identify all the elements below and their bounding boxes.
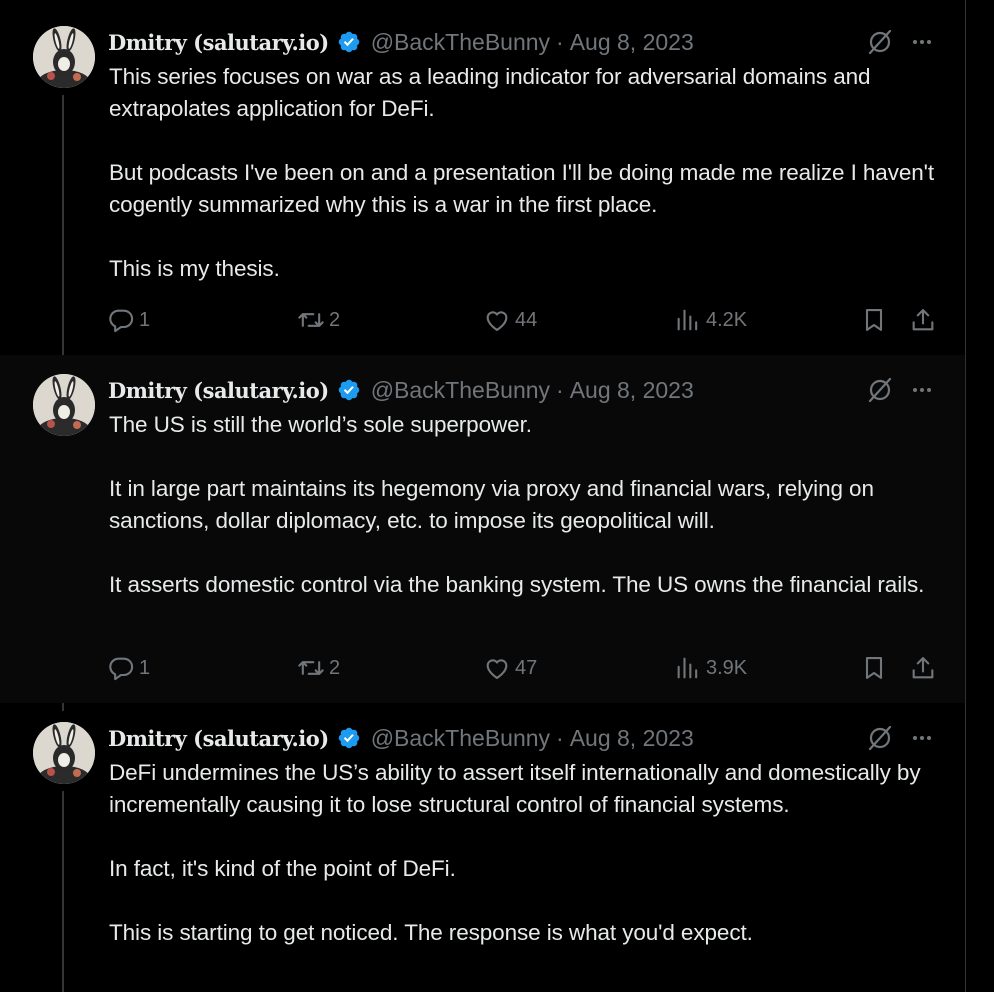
share-icon	[912, 657, 934, 679]
tweet-paragraph: This is starting to get noticed. The res…	[109, 920, 753, 945]
heart-icon	[486, 659, 508, 679]
more-icon[interactable]	[908, 28, 936, 56]
separator: ·	[556, 724, 564, 751]
share-icon	[912, 309, 934, 331]
author-handle[interactable]: @BackTheBunny	[371, 377, 550, 404]
reply-icon	[109, 309, 134, 333]
tweet[interactable]: Dmitry (salutary.io) @BackTheBunny · Aug…	[0, 703, 965, 992]
like-count: 44	[515, 308, 538, 331]
tweet-date[interactable]: Aug 8, 2023	[570, 377, 694, 404]
tweet-header: Dmitry (salutary.io) @BackTheBunny · Aug…	[108, 722, 694, 754]
share-button[interactable]	[909, 652, 937, 684]
grok-icon[interactable]	[866, 28, 894, 56]
tweet-date[interactable]: Aug 8, 2023	[570, 725, 694, 752]
tweet[interactable]: Dmitry (salutary.io) @BackTheBunny · Aug…	[0, 0, 965, 355]
verified-badge-icon	[338, 31, 359, 53]
bookmark-icon	[865, 657, 883, 679]
like-button[interactable]: 44	[483, 304, 537, 336]
avatar[interactable]	[33, 26, 95, 88]
grok-icon[interactable]	[866, 376, 894, 404]
tweet-text: DeFi undermines the US’s ability to asse…	[109, 757, 949, 949]
tweet-paragraph: DeFi undermines the US’s ability to asse…	[109, 760, 921, 817]
share-button[interactable]	[909, 304, 937, 336]
reply-count: 1	[139, 656, 151, 679]
grok-icon[interactable]	[866, 724, 894, 752]
verified-badge-icon	[338, 727, 359, 749]
more-icon[interactable]	[908, 376, 936, 404]
retweet-button[interactable]: 2	[297, 304, 340, 336]
avatar[interactable]	[33, 722, 95, 784]
tweet-paragraph: But podcasts I've been on and a presenta…	[109, 160, 935, 217]
bunny-avatar-icon	[33, 374, 95, 436]
author-handle[interactable]: @BackTheBunny	[371, 29, 550, 56]
tweet-date[interactable]: Aug 8, 2023	[570, 29, 694, 56]
thread-timeline: Dmitry (salutary.io) @BackTheBunny · Aug…	[0, 0, 966, 992]
tweet-paragraph: This is my thesis.	[109, 256, 280, 281]
like-count: 47	[515, 656, 538, 679]
bookmark-button[interactable]	[860, 304, 888, 336]
more-icon[interactable]	[908, 724, 936, 752]
views-button[interactable]: 3.9K	[674, 652, 747, 684]
author-handle[interactable]: @BackTheBunny	[371, 725, 550, 752]
tweet-header: Dmitry (salutary.io) @BackTheBunny · Aug…	[108, 26, 694, 58]
tweet-paragraph: It asserts domestic control via the bank…	[109, 572, 925, 597]
views-icon	[677, 309, 698, 331]
tweet-paragraph: This series focuses on war as a leading …	[109, 64, 871, 121]
tweet-paragraph: In fact, it's kind of the point of DeFi.	[109, 856, 456, 881]
views-count: 4.2K	[706, 308, 748, 331]
tweet-paragraph: The US is still the world’s sole superpo…	[109, 412, 532, 437]
retweet-icon	[298, 661, 324, 675]
tweet[interactable]: Dmitry (salutary.io) @BackTheBunny · Aug…	[0, 355, 965, 703]
author-name[interactable]: Dmitry (salutary.io)	[108, 726, 329, 751]
bunny-avatar-icon	[33, 26, 95, 88]
tweet-actions: 1 2 47 3.9K	[107, 652, 941, 684]
retweet-button[interactable]: 2	[297, 652, 340, 684]
bunny-avatar-icon	[33, 722, 95, 784]
heart-icon	[486, 311, 508, 331]
reply-button[interactable]: 1	[107, 652, 150, 684]
reply-button[interactable]: 1	[107, 304, 150, 336]
bookmark-button[interactable]	[860, 652, 888, 684]
separator: ·	[556, 28, 564, 55]
tweet-text: This series focuses on war as a leading …	[109, 61, 949, 285]
reply-count: 1	[139, 308, 151, 331]
tweet-actions: 1 2 44 4.2K	[107, 304, 941, 336]
retweet-count: 2	[329, 656, 341, 679]
retweet-count: 2	[329, 308, 341, 331]
bookmark-icon	[865, 309, 883, 331]
author-name[interactable]: Dmitry (salutary.io)	[108, 30, 329, 55]
like-button[interactable]: 47	[483, 652, 537, 684]
tweet-text: The US is still the world’s sole superpo…	[109, 409, 949, 601]
tweet-header: Dmitry (salutary.io) @BackTheBunny · Aug…	[108, 374, 694, 406]
author-name[interactable]: Dmitry (salutary.io)	[108, 378, 329, 403]
tweet-paragraph: It in large part maintains its hegemony …	[109, 476, 874, 533]
views-button[interactable]: 4.2K	[674, 304, 747, 336]
views-icon	[677, 657, 698, 679]
avatar[interactable]	[33, 374, 95, 436]
verified-badge-icon	[338, 379, 359, 401]
reply-icon	[109, 657, 134, 681]
views-count: 3.9K	[706, 656, 748, 679]
retweet-icon	[298, 313, 324, 327]
separator: ·	[556, 376, 564, 403]
